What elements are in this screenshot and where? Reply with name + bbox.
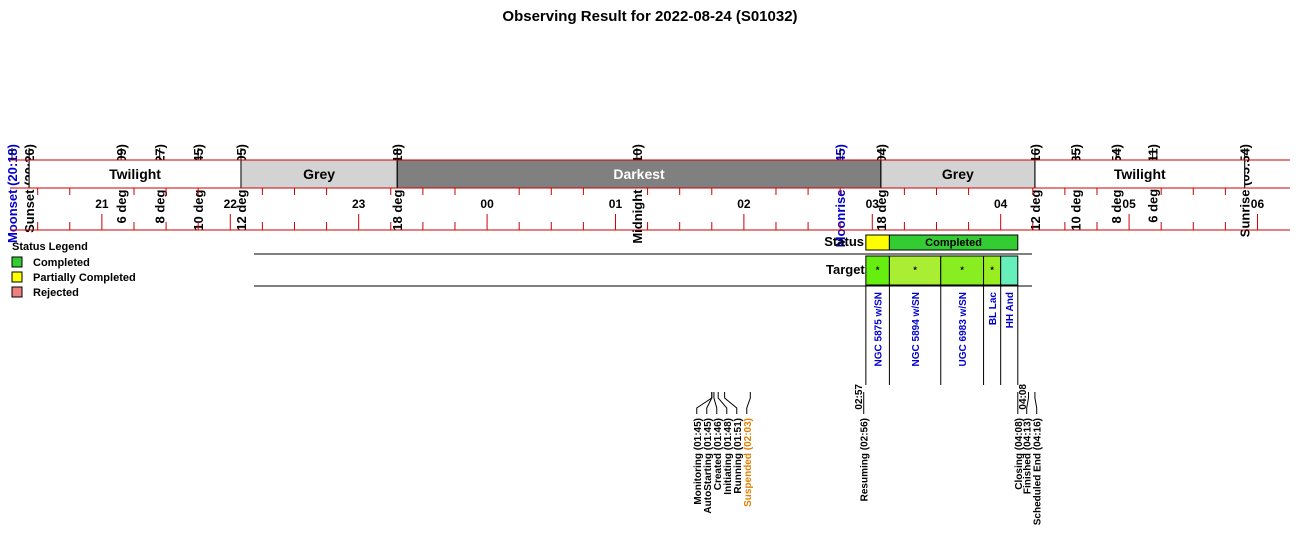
legend-title: Status Legend bbox=[12, 241, 88, 253]
observing-result-chart: Observing Result for 2022-08-24 (S01032)… bbox=[0, 0, 1300, 560]
status-segment bbox=[865, 234, 890, 251]
legend-item-label: Rejected bbox=[33, 287, 79, 299]
period-label: Darkest bbox=[613, 166, 665, 182]
period-label: Grey bbox=[942, 166, 974, 182]
run-event-connector bbox=[713, 392, 718, 414]
target-mark: * bbox=[990, 265, 994, 275]
run-event-label: Suspended (02:03) bbox=[743, 418, 754, 507]
target-mark: * bbox=[960, 265, 964, 275]
legend-swatch bbox=[11, 256, 23, 268]
run-event-connector bbox=[746, 392, 751, 414]
period-label: Twilight bbox=[109, 166, 161, 182]
legend-swatch bbox=[11, 271, 23, 283]
target-name-label: NGC 5875 w/SN bbox=[874, 292, 885, 366]
hour-label: 02 bbox=[737, 197, 751, 211]
hour-label: 23 bbox=[352, 197, 366, 211]
hour-label: 21 bbox=[95, 197, 109, 211]
target-name-label: HH And bbox=[1005, 292, 1016, 328]
legend-swatch bbox=[11, 286, 23, 298]
target-name-label: UGC 6983 w/SN bbox=[958, 292, 969, 366]
hour-label: 22 bbox=[224, 197, 238, 211]
run-event-connector bbox=[1034, 392, 1038, 414]
hour-label: 03 bbox=[866, 197, 880, 211]
legend-item-label: Partially Completed bbox=[33, 272, 136, 284]
legend-item-label: Completed bbox=[33, 257, 90, 269]
targets-row-label: Targets bbox=[826, 262, 872, 277]
hour-label: 04 bbox=[994, 197, 1008, 211]
hour-label: 06 bbox=[1251, 197, 1265, 211]
run-event-label: Scheduled End (04:16) bbox=[1033, 418, 1044, 525]
target-mark: * bbox=[876, 265, 880, 275]
target-mark: * bbox=[913, 265, 917, 275]
status-segment-label: Completed bbox=[925, 237, 982, 249]
period-label: Grey bbox=[303, 166, 335, 182]
targets-start-time: 02:57 bbox=[854, 384, 865, 410]
period-label: Twilight bbox=[1114, 166, 1166, 182]
target-block bbox=[1000, 255, 1019, 286]
status-row-label: Status bbox=[824, 234, 864, 249]
run-event-connector bbox=[706, 392, 713, 414]
hour-label: 01 bbox=[609, 197, 623, 211]
target-name-label: BL Lac bbox=[988, 292, 999, 326]
timeline-svg: Observing Result for 2022-08-24 (S01032)… bbox=[5, 8, 1290, 525]
hour-label: 00 bbox=[480, 197, 494, 211]
hour-label: 05 bbox=[1122, 197, 1136, 211]
run-event-label: Resuming (02:56) bbox=[860, 418, 871, 501]
chart-title: Observing Result for 2022-08-24 (S01032) bbox=[502, 8, 797, 25]
run-event-connector bbox=[717, 392, 728, 414]
target-name-label: NGC 5894 w/SN bbox=[911, 292, 922, 366]
